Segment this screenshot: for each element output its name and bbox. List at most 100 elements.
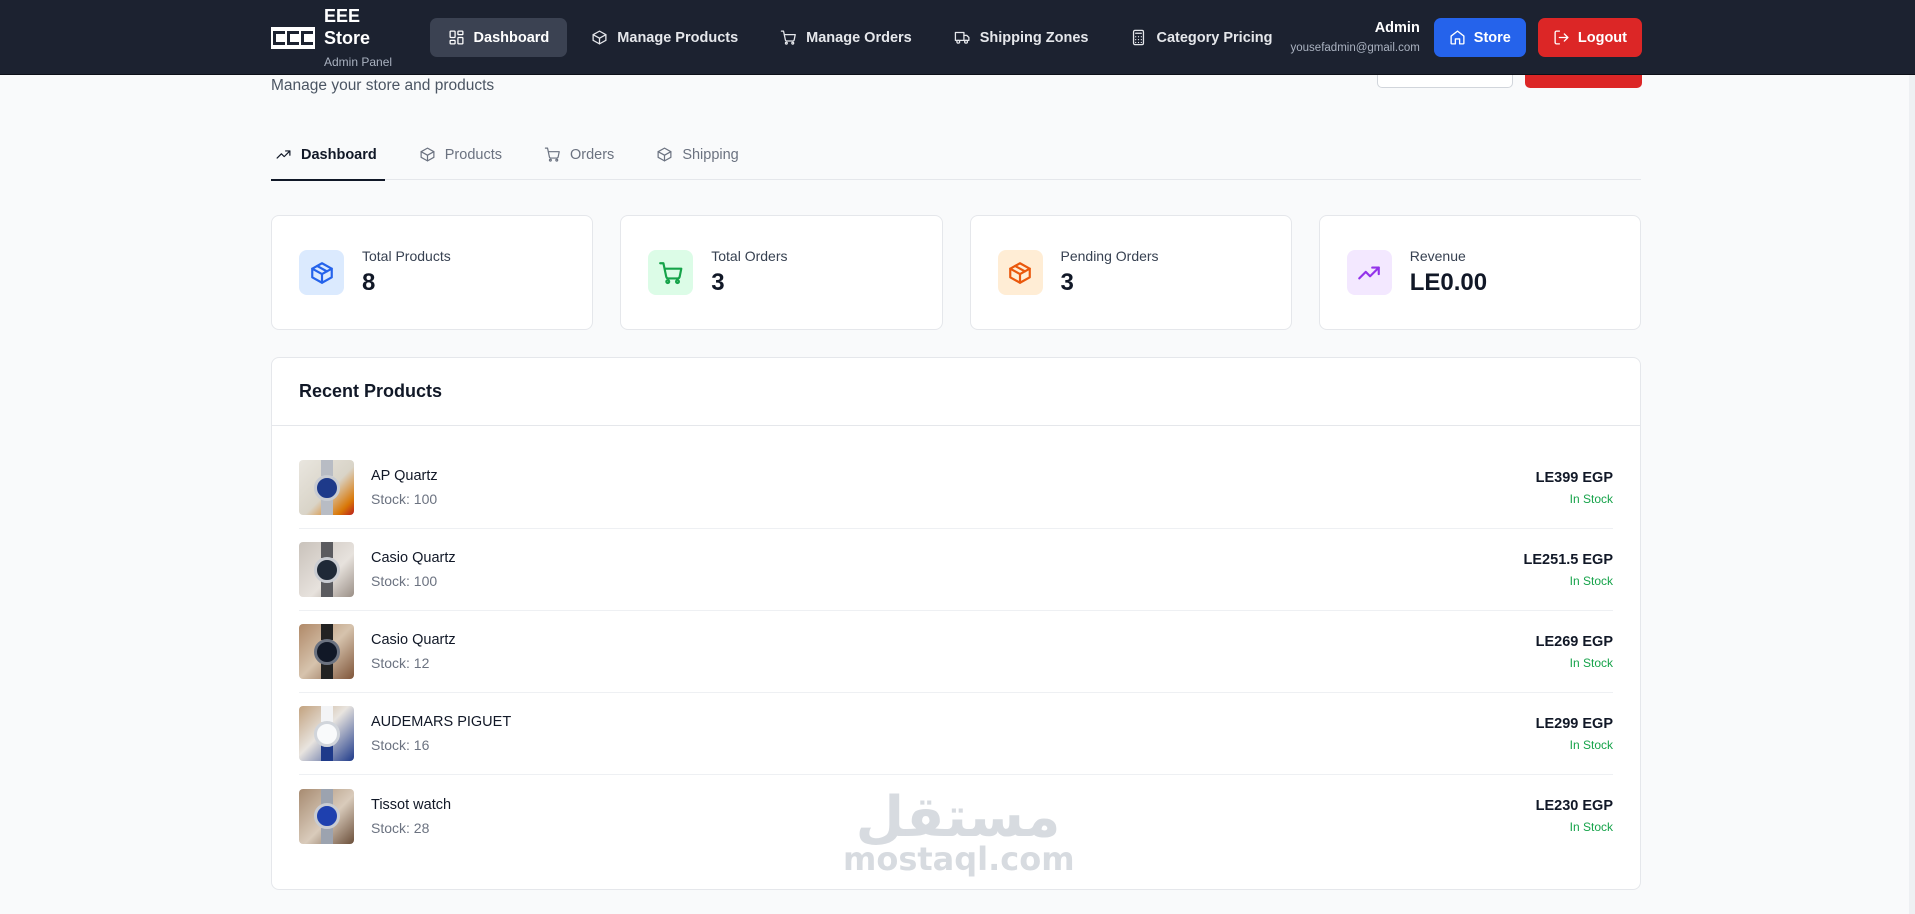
product-row[interactable]: Casio Quartz Stock: 12 LE269 EGP In Stoc… xyxy=(299,611,1613,693)
nav-item-label: Manage Orders xyxy=(806,29,912,46)
stat-icon-box xyxy=(1346,250,1392,295)
product-name: Casio Quartz xyxy=(371,632,456,648)
stat-icon-box xyxy=(648,250,694,295)
product-price: LE299 EGP xyxy=(1535,715,1613,732)
product-stock: Stock: 16 xyxy=(371,737,430,753)
product-stock: Stock: 100 xyxy=(371,491,438,507)
stat-label: Revenue xyxy=(1409,248,1466,264)
logout-button-label: Logout xyxy=(1577,29,1627,46)
tab-label: Dashboard xyxy=(301,146,377,163)
product-name: AUDEMARS PIGUET xyxy=(371,714,512,730)
cart-icon xyxy=(544,147,560,162)
stat-label: Total Products xyxy=(362,248,451,264)
watermark-latin: mostaql.com xyxy=(843,840,1075,878)
product-stock: Stock: 12 xyxy=(371,655,430,671)
product-thumbnail xyxy=(299,788,354,844)
nav-right: Admin yousefadmin@gmail.com Store Logout xyxy=(1291,18,1642,57)
nav-item-label: Dashboard xyxy=(473,29,550,46)
product-price: LE230 EGP xyxy=(1535,798,1613,814)
product-name: Casio Quartz xyxy=(371,550,456,566)
page-scrollbar[interactable] xyxy=(1909,75,1915,914)
panel-title: Recent Products xyxy=(299,381,443,401)
logout-icon xyxy=(1554,30,1569,45)
stock-status: In Stock xyxy=(1569,573,1613,588)
product-thumbnail xyxy=(299,624,354,679)
brand-logo xyxy=(271,26,315,49)
stat-value: LE0.00 xyxy=(1409,269,1488,296)
stat-value: 3 xyxy=(711,269,725,296)
stat-label: Total Orders xyxy=(711,248,788,264)
nav-item-shipping-zones[interactable]: Shipping Zones xyxy=(936,18,1107,57)
tab-dashboard[interactable]: Dashboard xyxy=(271,139,385,181)
home-icon xyxy=(1450,30,1465,45)
user-name: Admin xyxy=(1374,20,1420,36)
watermark: مستقل mostaql.com xyxy=(843,785,1075,878)
package-icon xyxy=(657,147,672,162)
stock-status: In Stock xyxy=(1569,491,1613,506)
truck-icon xyxy=(954,31,970,44)
brand[interactable]: EEE Store Admin Panel xyxy=(271,5,408,71)
nav-item-label: Category Pricing xyxy=(1156,29,1273,46)
trending-up-icon xyxy=(1358,266,1381,279)
page-subtitle: Manage your store and products xyxy=(271,77,495,94)
nav-item-dashboard[interactable]: Dashboard xyxy=(429,18,568,57)
package-icon xyxy=(1009,261,1031,284)
nav-item-manage-orders[interactable]: Manage Orders xyxy=(762,18,930,57)
tab-shipping[interactable]: Shipping xyxy=(652,139,744,180)
cart-icon xyxy=(658,261,683,284)
product-stock: Stock: 100 xyxy=(371,573,438,589)
stat-icon-box xyxy=(299,250,344,295)
grid-icon xyxy=(449,30,464,45)
top-navbar: EEE Store Admin Panel Dashboard Manage P… xyxy=(0,0,1915,75)
stat-card-total-orders: Total Orders 3 xyxy=(620,215,943,330)
nav-item-label: Shipping Zones xyxy=(979,29,1089,46)
tab-label: Shipping xyxy=(682,146,739,163)
store-button[interactable]: Store xyxy=(1433,18,1526,57)
calculator-icon xyxy=(1133,29,1145,46)
product-row[interactable]: AUDEMARS PIGUET Stock: 16 LE299 EGP In S… xyxy=(299,693,1613,775)
user-info: Admin yousefadmin@gmail.com xyxy=(1291,19,1420,56)
stat-card-total-products: Total Products 8 xyxy=(271,215,594,330)
nav-item-category-pricing[interactable]: Category Pricing xyxy=(1112,18,1290,57)
nav-item-label: Manage Products xyxy=(617,29,739,46)
product-thumbnail xyxy=(299,542,354,597)
stock-status: In Stock xyxy=(1569,820,1613,834)
product-row[interactable]: AP Quartz Stock: 100 LE399 EGP In Stock xyxy=(299,447,1613,529)
nav-item-manage-products[interactable]: Manage Products xyxy=(573,18,756,57)
package-icon xyxy=(420,147,435,162)
stat-value: 8 xyxy=(362,269,376,296)
logout-button[interactable]: Logout xyxy=(1537,18,1642,57)
stats-row: Total Products 8 Total Orders 3 Pending … xyxy=(271,215,1641,330)
stock-status: In Stock xyxy=(1569,655,1613,670)
user-email: yousefadmin@gmail.com xyxy=(1290,42,1420,54)
tab-label: Products xyxy=(444,146,502,163)
brand-subtitle: Admin Panel xyxy=(324,54,393,69)
stat-label: Pending Orders xyxy=(1060,248,1159,264)
store-button-label: Store xyxy=(1473,29,1511,46)
product-price: LE269 EGP xyxy=(1535,633,1613,650)
product-price: LE251.5 EGP xyxy=(1523,551,1613,568)
tab-orders[interactable]: Orders xyxy=(540,139,620,180)
stat-icon-box xyxy=(997,250,1043,295)
cart-icon xyxy=(780,30,797,45)
navbar-inner: EEE Store Admin Panel Dashboard Manage P… xyxy=(271,0,1642,75)
stat-card-pending-orders: Pending Orders 3 xyxy=(969,215,1292,330)
dashboard-tabs: Dashboard Products Orders Shipping xyxy=(271,139,1641,181)
product-price: LE399 EGP xyxy=(1535,469,1613,486)
brand-title: EEE Store xyxy=(324,5,371,48)
product-row[interactable]: Casio Quartz Stock: 100 LE251.5 EGP In S… xyxy=(299,529,1613,611)
product-thumbnail xyxy=(299,706,354,761)
package-icon xyxy=(592,30,607,45)
trending-up-icon xyxy=(276,150,291,159)
stock-status: In Stock xyxy=(1569,737,1613,752)
product-thumbnail xyxy=(299,460,354,515)
nav-links: Dashboard Manage Products Manage Orders … xyxy=(429,18,1291,57)
watermark-arabic: مستقل xyxy=(855,785,1061,850)
panel-header: Recent Products xyxy=(272,358,1640,426)
tab-label: Orders xyxy=(569,146,615,163)
product-name: AP Quartz xyxy=(371,468,438,484)
stat-card-revenue: Revenue LE0.00 xyxy=(1318,215,1641,330)
tab-products[interactable]: Products xyxy=(415,139,508,180)
package-icon xyxy=(310,261,333,284)
stat-value: 3 xyxy=(1060,269,1074,296)
